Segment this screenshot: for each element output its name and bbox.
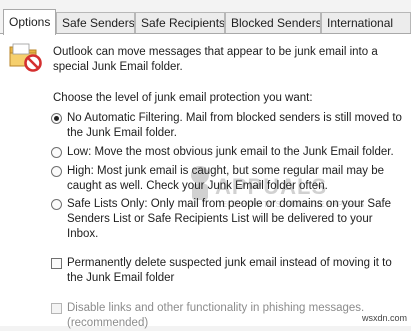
disable-links-label: Disable links and other functionality in… <box>67 302 365 329</box>
disable-links-checkbox <box>51 303 62 314</box>
tab-safe-recipients[interactable]: Safe Recipients <box>135 12 225 33</box>
tab-strip: Options Safe Senders Safe Recipients Blo… <box>0 0 411 35</box>
tab-international[interactable]: International <box>321 12 411 33</box>
protection-prompt: Choose the level of junk email protectio… <box>53 92 313 104</box>
safe-lists-only-label[interactable]: Safe Lists Only: Only mail from people o… <box>67 197 407 242</box>
no-filtering-label[interactable]: No Automatic Filtering. Mail from blocke… <box>67 111 407 141</box>
permanently-delete-label[interactable]: Permanently delete suspected junk email … <box>67 256 407 286</box>
radio-no-filtering[interactable] <box>51 113 62 124</box>
permanently-delete-checkbox[interactable] <box>51 258 62 269</box>
low-label[interactable]: Low: Move the most obvious junk email to… <box>67 145 407 160</box>
radio-low[interactable] <box>51 147 62 158</box>
intro-text: Outlook can move messages that appear to… <box>53 46 378 73</box>
radio-high[interactable] <box>51 166 62 177</box>
source-credit: wsxdn.com <box>361 313 407 323</box>
tab-options[interactable]: Options <box>3 9 56 35</box>
junk-folder-icon <box>9 43 42 72</box>
tab-safe-senders[interactable]: Safe Senders <box>56 12 135 33</box>
high-label[interactable]: High: Most junk email is caught, but som… <box>67 164 407 194</box>
tab-blocked-senders[interactable]: Blocked Senders <box>225 12 321 33</box>
radio-safe-lists-only[interactable] <box>51 199 62 210</box>
